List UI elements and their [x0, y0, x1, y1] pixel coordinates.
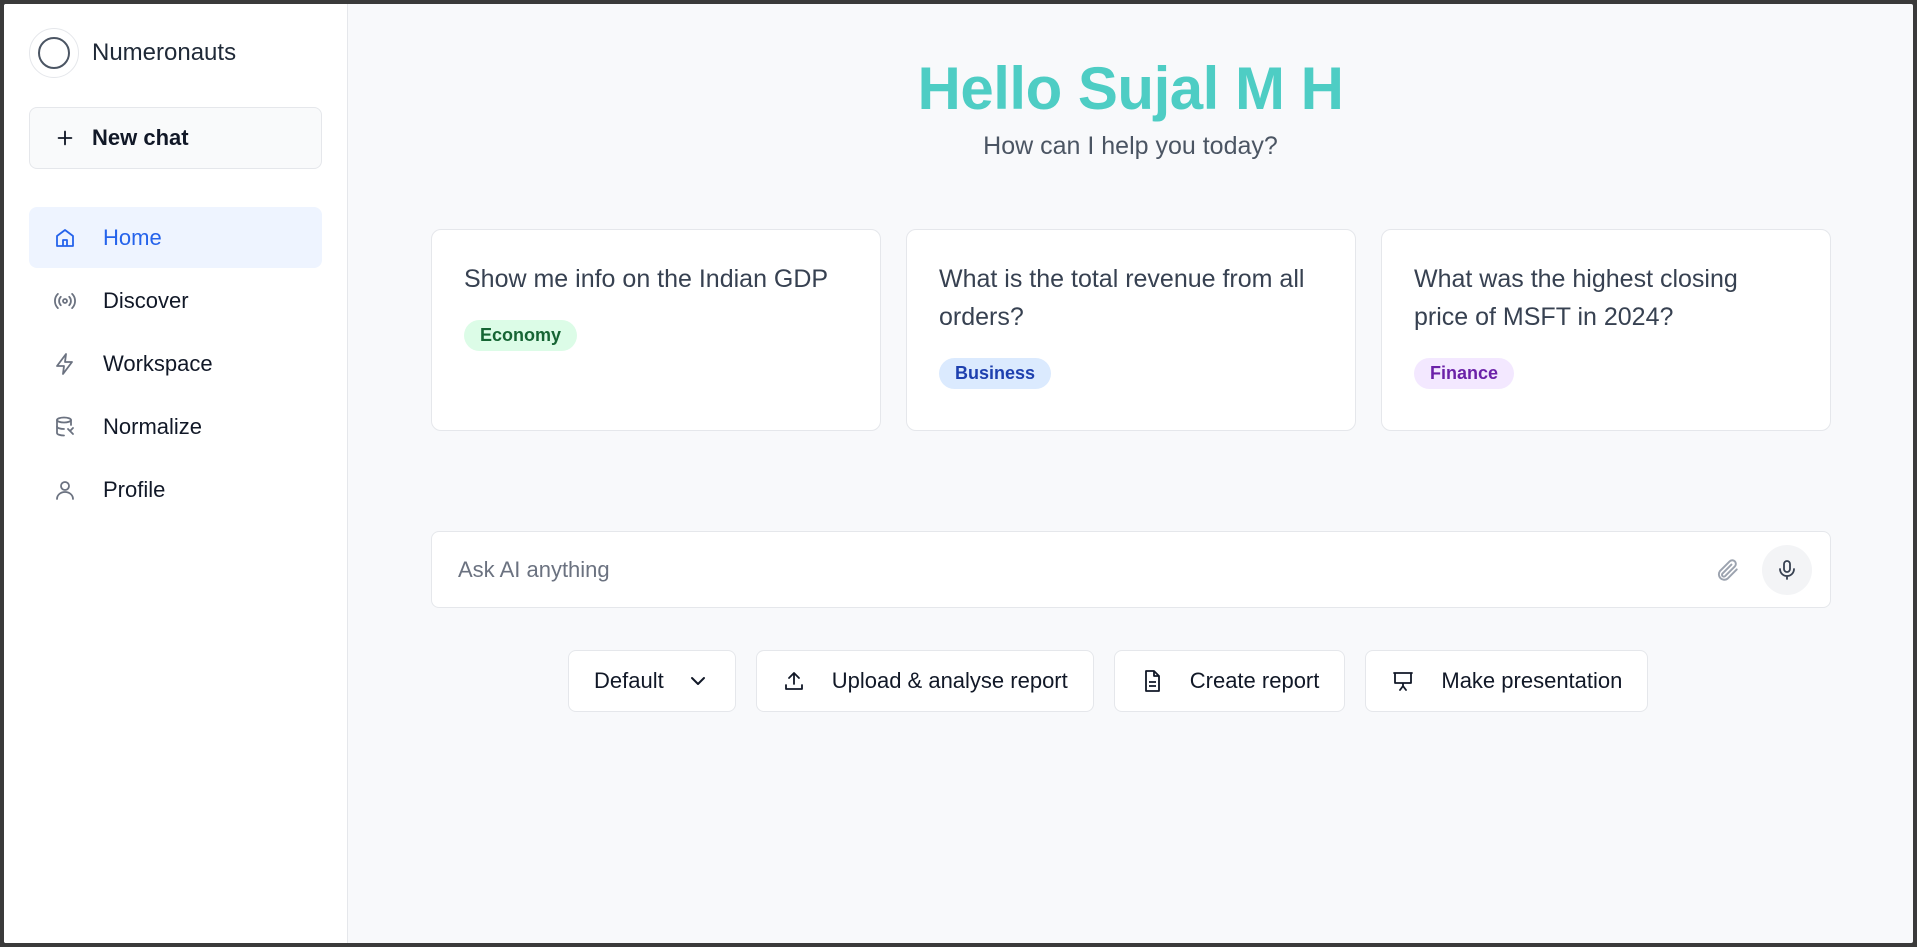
sidebar-item-label: Profile: [103, 476, 166, 502]
plus-icon: [57, 130, 73, 146]
create-report-button[interactable]: Create report: [1113, 650, 1346, 712]
mode-select[interactable]: Default: [568, 650, 736, 712]
sidebar-item-profile[interactable]: Profile: [29, 459, 322, 520]
paperclip-icon: [1717, 558, 1738, 581]
sidebar-item-label: Normalize: [103, 413, 203, 439]
sidebar-item-label: Home: [103, 224, 162, 250]
category-badge: Economy: [464, 320, 578, 351]
create-report-label: Create report: [1189, 668, 1320, 693]
suggestion-question: What was the highest closing price of MS…: [1414, 265, 1738, 331]
user-icon: [56, 480, 74, 500]
broadcast-icon: [54, 292, 76, 309]
sidebar: Numeronauts New chat Home Discover Works…: [4, 4, 348, 943]
main-content: Hello Sujal M H How can I help you today…: [348, 4, 1913, 943]
category-badge: Finance: [1414, 358, 1515, 389]
app-window: Numeronauts New chat Home Discover Works…: [4, 4, 1913, 943]
database-icon: [56, 416, 74, 436]
upload-analyse-label: Upload & analyse report: [831, 668, 1068, 693]
upload-icon: [784, 672, 803, 690]
home-icon: [56, 228, 74, 247]
greeting-subtitle: How can I help you today?: [983, 132, 1278, 160]
brand[interactable]: Numeronauts: [29, 28, 322, 78]
suggestion-card-economy[interactable]: Show me info on the Indian GDP Economy: [431, 229, 881, 431]
action-bar: Default Upload & analyse report Create r…: [568, 650, 1649, 712]
brand-logo-icon: [29, 28, 79, 78]
chevron-down-icon: [690, 677, 705, 685]
sidebar-item-normalize[interactable]: Normalize: [29, 396, 322, 457]
attach-button[interactable]: [1712, 555, 1742, 585]
greeting-title: Hello Sujal M H: [917, 55, 1344, 122]
new-chat-label: New chat: [92, 125, 189, 150]
suggestion-question: Show me info on the Indian GDP: [464, 265, 829, 293]
mode-select-value: Default: [594, 668, 664, 693]
sidebar-item-workspace[interactable]: Workspace: [29, 333, 322, 394]
brand-name: Numeronauts: [92, 39, 237, 66]
sidebar-item-label: Workspace: [103, 350, 213, 376]
make-presentation-button[interactable]: Make presentation: [1365, 650, 1649, 712]
upload-analyse-button[interactable]: Upload & analyse report: [755, 650, 1094, 712]
suggestion-question: What is the total revenue from all order…: [939, 265, 1305, 331]
category-badge: Business: [939, 358, 1052, 389]
sidebar-item-label: Discover: [103, 287, 189, 313]
sidebar-nav: Home Discover Workspace Normalize Profil…: [29, 207, 322, 520]
make-presentation-label: Make presentation: [1441, 668, 1623, 693]
document-icon: [1144, 670, 1160, 692]
microphone-button[interactable]: [1762, 544, 1812, 595]
lightning-icon: [56, 352, 73, 375]
suggestion-card-business[interactable]: What is the total revenue from all order…: [906, 229, 1356, 431]
new-chat-button[interactable]: New chat: [29, 107, 322, 169]
sidebar-item-home[interactable]: Home: [29, 207, 322, 268]
microphone-icon: [1779, 559, 1795, 580]
ask-input[interactable]: [458, 556, 1712, 583]
suggestion-card-finance[interactable]: What was the highest closing price of MS…: [1381, 229, 1831, 431]
ask-bar: [431, 531, 1831, 608]
suggestion-cards: Show me info on the Indian GDP Economy W…: [431, 229, 1831, 431]
presentation-icon: [1393, 672, 1414, 691]
sidebar-item-discover[interactable]: Discover: [29, 270, 322, 331]
